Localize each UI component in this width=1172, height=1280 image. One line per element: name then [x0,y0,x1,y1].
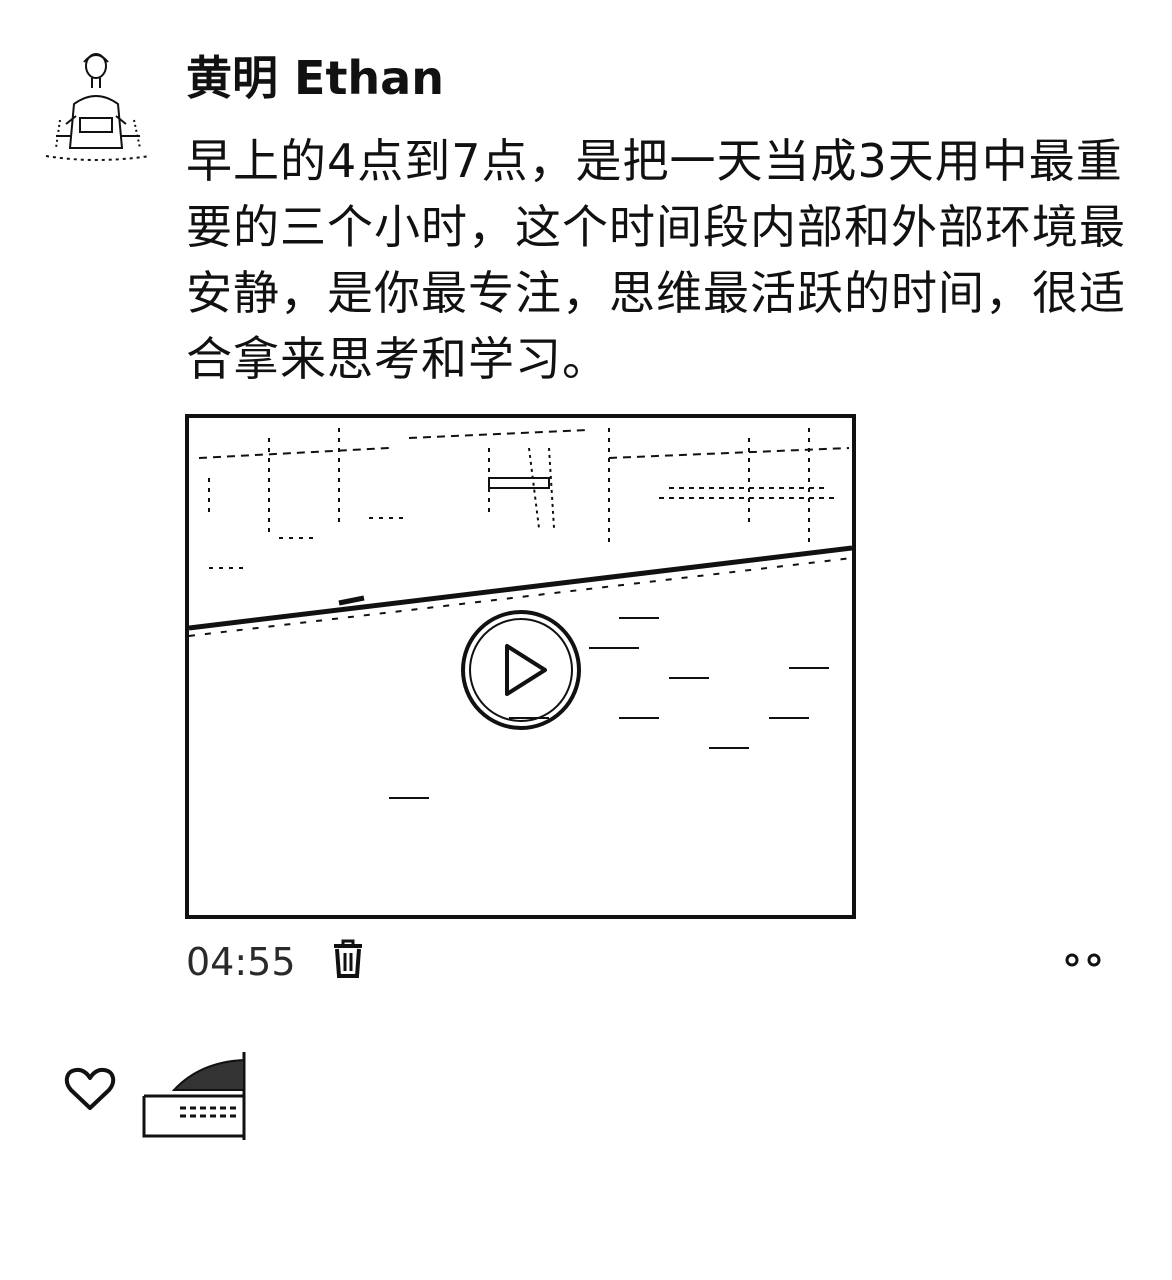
post-text: 早上的4点到7点，是把一天当成3天用中最重要的三个小时，这个时间段内部和外部环境… [186,134,1126,386]
play-circle-icon [461,610,581,730]
post-timestamp: 04:55 [186,940,296,984]
liker-avatar-image [140,1052,250,1144]
trash-icon[interactable] [330,938,366,980]
post-meta-row: 04:55 [186,934,1116,990]
author-avatar-image [36,44,160,168]
more-options-button[interactable] [1060,948,1108,972]
more-dots-icon [1065,953,1101,967]
author-name[interactable]: 黄明 Ethan [186,50,444,106]
liker-avatar[interactable] [140,1052,250,1144]
video-thumbnail[interactable] [185,414,856,919]
heart-outline-icon[interactable] [64,1066,116,1112]
author-avatar[interactable] [36,44,160,168]
play-button[interactable] [459,608,583,732]
